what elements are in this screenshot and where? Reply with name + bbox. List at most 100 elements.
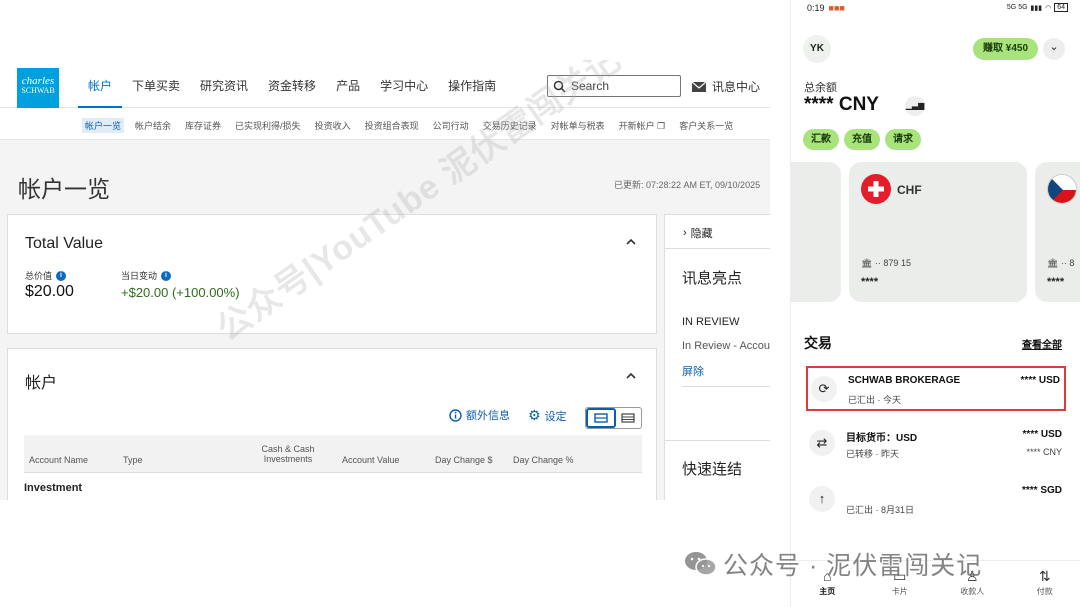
message-center-label: 讯息中心 xyxy=(712,80,761,94)
chevron-up-icon[interactable] xyxy=(626,237,636,247)
col-day-change-pct[interactable]: Day Change % xyxy=(513,455,574,465)
accounts-table-header: Account Name Type Cash & Cash Investment… xyxy=(24,435,642,473)
nav-trade[interactable]: 下单买卖 xyxy=(122,77,190,109)
day-change-label: 当日变动 xyxy=(121,271,158,281)
nav-guide[interactable]: 操作指南 xyxy=(438,77,506,109)
list-view-icon[interactable] xyxy=(616,408,642,428)
balance-value: **** CNY xyxy=(804,94,879,115)
settings-button[interactable]: ⚙ 设定 xyxy=(528,407,567,424)
total-value-label: 总价值 xyxy=(25,271,53,281)
transaction-row[interactable]: ↑ 已汇出 · 8月31日 **** SGD xyxy=(806,478,1066,523)
hide-label: 隐藏 xyxy=(690,228,713,240)
quick-links-title: 快速连结 xyxy=(682,461,743,478)
transaction-amount: **** USD xyxy=(1022,429,1062,440)
swiss-flag-icon xyxy=(861,174,891,204)
balance-card-previous[interactable] xyxy=(791,162,841,302)
signal-icon: ▮▮▮ xyxy=(1030,4,1043,12)
divider xyxy=(682,386,770,387)
earn-button[interactable]: 赚取 ¥450 xyxy=(973,38,1038,60)
wechat-logo-icon xyxy=(685,552,717,576)
avatar[interactable]: YK xyxy=(803,35,831,63)
info-icon[interactable]: i xyxy=(56,270,67,281)
subnav-summary[interactable]: 帐户一览 xyxy=(82,118,125,133)
transaction-amount: **** USD xyxy=(1020,375,1060,386)
subnav-open-account[interactable]: 开新帐户 ❐ xyxy=(616,118,669,133)
info-icon[interactable]: i xyxy=(161,270,172,281)
wechat-watermark: 公众号 · 泥伏雷闯关记 xyxy=(683,546,982,582)
card-balance: **** xyxy=(861,276,879,288)
battery-level: 64 xyxy=(1054,3,1068,12)
total-value-label-row: 总价值 i xyxy=(25,269,67,282)
transaction-status: 已转移 · 昨天 xyxy=(846,449,899,459)
subnav-positions[interactable]: 库存证券 xyxy=(182,118,224,133)
subnav-realized[interactable]: 已实现利得/损失 xyxy=(232,118,304,133)
status-bar: 0:19 ■■■ xyxy=(807,3,845,13)
tab-label: 卡片 xyxy=(891,587,908,596)
col-account-name[interactable]: Account Name xyxy=(29,455,88,465)
tab-payments[interactable]: ⇅ 付款 xyxy=(1009,561,1080,607)
page-title: 帐户一览 xyxy=(18,176,110,202)
subnav-income[interactable]: 投资收入 xyxy=(312,118,354,133)
tab-label: 付款 xyxy=(1036,587,1053,596)
col-account-value[interactable]: Account Value xyxy=(342,455,399,465)
main-nav: 帐户 下单买卖 研究资讯 资金转移 产品 学习中心 操作指南 xyxy=(78,77,506,109)
nav-learning[interactable]: 学习中心 xyxy=(370,77,438,109)
col-cash[interactable]: Cash & Cash Investments xyxy=(258,444,318,464)
balance-card-next[interactable]: 🏛 ·· 8 **** xyxy=(1035,162,1080,302)
wechat-watermark-text: 公众号 · 泥伏雷闯关记 xyxy=(723,552,983,580)
subnav-performance[interactable]: 投资组合表现 xyxy=(362,118,422,133)
wifi-icon: ◠ xyxy=(1045,4,1052,12)
subnav-history[interactable]: 交易历史记录 xyxy=(480,118,540,133)
logo-line2: SCHWAB xyxy=(21,86,55,95)
schwab-window: charles SCHWAB 帐户 下单买卖 研究资讯 资金转移 产品 学习中心… xyxy=(0,60,770,500)
last-updated: 已更新: 07:28:22 AM ET, 09/10/2025 xyxy=(614,180,761,190)
message-center-link[interactable]: 讯息中心 xyxy=(692,78,760,95)
schwab-logo[interactable]: charles SCHWAB xyxy=(17,68,59,108)
search-input[interactable]: Search xyxy=(547,75,681,97)
nav-research[interactable]: 研究资讯 xyxy=(190,77,258,109)
balance-card-chf[interactable]: CHF 🏛 ·· 879 15 **** xyxy=(849,162,1027,302)
mobile-app: 0:19 ■■■ 5G 5G ▮▮▮ ◠ 64 YK 赚取 ¥450 ⌄ 总余额… xyxy=(790,0,1080,607)
transaction-amount: **** SGD xyxy=(1021,485,1062,496)
subnav-relationship[interactable]: 客户关系一览 xyxy=(676,118,736,133)
dismiss-link[interactable]: 屏除 xyxy=(682,363,704,379)
col-day-change-usd[interactable]: Day Change $ xyxy=(435,455,493,465)
search-icon xyxy=(553,80,566,93)
arrows-icon: ⇅ xyxy=(1038,568,1051,584)
subnav-balances[interactable]: 帐户结余 xyxy=(132,118,174,133)
divider xyxy=(665,440,770,441)
top-navigation: charles SCHWAB 帐户 下单买卖 研究资讯 资金转移 产品 学习中心… xyxy=(0,60,770,109)
chart-icon[interactable]: ▁▃▆ xyxy=(905,96,925,116)
transaction-row[interactable]: ⇄ 目标货币：USD 已转移 · 昨天 **** USD **** CNY xyxy=(806,422,1066,467)
transaction-status: 已汇出 · 8月31日 xyxy=(846,505,915,515)
subnav-statements[interactable]: 对帐单与税表 xyxy=(548,118,608,133)
transaction-name: SCHWAB BROKERAGE xyxy=(848,375,961,386)
transaction-row[interactable]: ⟳ SCHWAB BROKERAGE 已汇出 · 今天 **** USD xyxy=(806,366,1066,411)
transactions-title: 交易 xyxy=(804,335,832,351)
send-money-button[interactable]: 汇款 xyxy=(803,129,839,150)
chevron-down-icon[interactable]: ⌄ xyxy=(1043,38,1065,60)
transaction-status: 已汇出 · 今天 xyxy=(848,395,901,405)
card-view-icon[interactable] xyxy=(586,408,616,428)
extra-info-button[interactable]: 额外信息 xyxy=(449,407,510,423)
hide-panel-button[interactable]: › 隐藏 xyxy=(683,225,713,241)
nav-accounts[interactable]: 帐户 xyxy=(78,77,123,109)
view-toggle xyxy=(585,407,642,429)
extra-info-label: 额外信息 xyxy=(466,410,510,422)
card-balance: **** xyxy=(1047,276,1065,288)
add-money-button[interactable]: 充值 xyxy=(844,129,880,150)
chevron-up-icon[interactable] xyxy=(626,371,636,381)
request-button[interactable]: 请求 xyxy=(885,129,921,150)
subnav-corporate-actions[interactable]: 公司行动 xyxy=(430,118,472,133)
col-type[interactable]: Type xyxy=(123,455,143,465)
see-all-link[interactable]: 查看全部 xyxy=(1022,336,1062,351)
search-placeholder: Search xyxy=(571,79,610,93)
card-account: 🏛 ·· 879 15 xyxy=(861,258,911,268)
nav-products[interactable]: 产品 xyxy=(326,77,370,109)
info-circle-icon xyxy=(449,408,462,422)
notification-icons: ■■■ xyxy=(828,3,845,13)
card-currency: CHF xyxy=(897,183,922,197)
nav-transfer[interactable]: 资金转移 xyxy=(258,77,326,109)
balance-label: 总余额 xyxy=(804,82,837,94)
review-detail[interactable]: In Review - Accou xyxy=(682,340,770,352)
